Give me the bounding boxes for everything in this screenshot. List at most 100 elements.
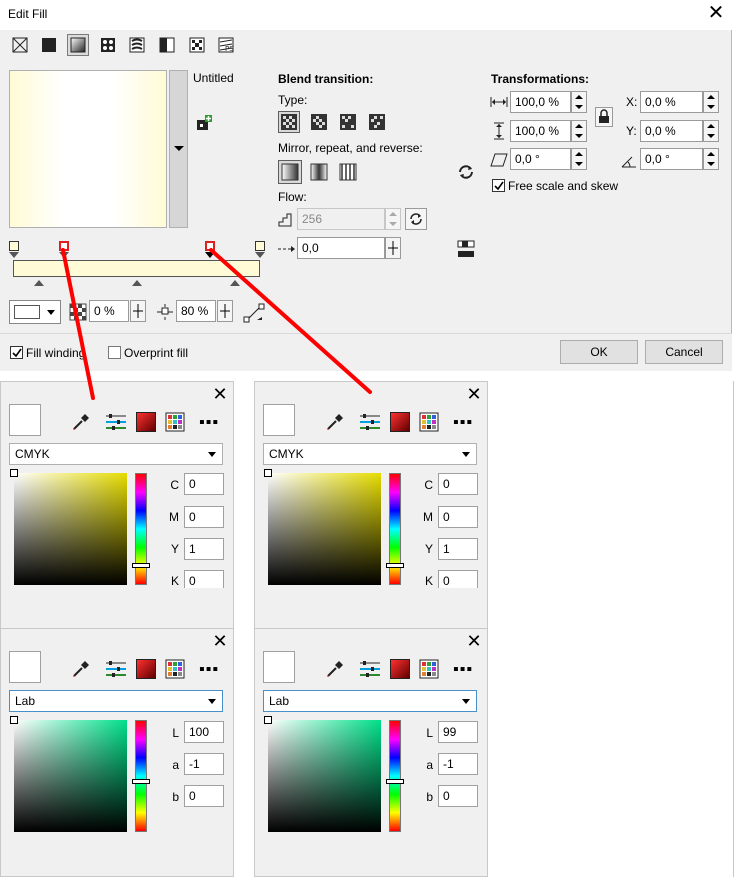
close-icon[interactable]: ✕	[211, 385, 229, 403]
default-fill-button[interactable]	[278, 160, 302, 184]
fill-width-spinner[interactable]	[571, 91, 587, 113]
channel-input-y[interactable]: 1	[438, 538, 478, 560]
channel-input-l[interactable]: 100	[184, 721, 224, 743]
color-field[interactable]	[268, 473, 381, 585]
channel-input-y[interactable]: 1	[184, 538, 224, 560]
color-field[interactable]	[268, 720, 381, 832]
color-model-select[interactable]: CMYK	[9, 443, 223, 465]
rotate-input[interactable]: 0,0 °	[640, 148, 703, 170]
elliptical-fountain-button[interactable]	[308, 111, 330, 133]
repeat-fill-button[interactable]	[337, 161, 359, 183]
channel-input-b[interactable]: 0	[438, 785, 478, 807]
hue-slider[interactable]	[389, 720, 401, 832]
midpoint-marker[interactable]	[34, 280, 44, 286]
skew-spinner[interactable]	[571, 148, 587, 170]
eyedropper-icon[interactable]	[71, 412, 91, 432]
conical-fountain-button[interactable]	[337, 111, 359, 133]
transparency-slider-button[interactable]	[130, 300, 146, 322]
color-sliders-icon[interactable]	[105, 412, 127, 434]
close-icon[interactable]: ✕	[211, 632, 229, 650]
reverse-fill-icon[interactable]	[455, 161, 477, 183]
postscript-fill-button[interactable]: PS	[215, 34, 237, 56]
gradient-node-start[interactable]	[9, 241, 19, 251]
fill-winding-checkbox[interactable]	[10, 346, 23, 359]
linear-fountain-button[interactable]	[278, 111, 300, 133]
node-transparency-input[interactable]: 0 %	[89, 300, 129, 322]
skew-input[interactable]: 0,0 °	[510, 148, 571, 170]
close-icon[interactable]: ✕	[465, 385, 483, 403]
channel-input-l[interactable]: 99	[438, 721, 478, 743]
save-preset-icon[interactable]	[195, 114, 213, 132]
rotate-spinner[interactable]	[703, 148, 719, 170]
gradient-node-selected[interactable]	[205, 241, 215, 251]
color-model-select[interactable]: Lab	[9, 690, 223, 712]
node-position-input[interactable]: 80 %	[176, 300, 216, 322]
channel-input-b[interactable]: 0	[184, 785, 224, 807]
channel-input-k[interactable]: 0	[184, 570, 224, 588]
channel-input-m[interactable]: 0	[438, 506, 478, 528]
x-offset-spinner[interactable]	[703, 91, 719, 113]
color-palette-icon[interactable]	[419, 412, 441, 434]
eyedropper-icon[interactable]	[325, 659, 345, 679]
hue-slider[interactable]	[135, 720, 147, 832]
channel-input-c[interactable]: 0	[184, 473, 224, 495]
color-picker-handle[interactable]	[264, 716, 272, 724]
fill-width-input[interactable]: 100,0 %	[510, 91, 571, 113]
free-scale-checkbox[interactable]	[492, 179, 505, 192]
midpoint-marker[interactable]	[132, 280, 142, 286]
free-transform-icon[interactable]	[243, 302, 265, 324]
hue-slider-handle[interactable]	[132, 779, 150, 784]
color-picker-handle[interactable]	[264, 469, 272, 477]
color-model-select[interactable]: Lab	[263, 690, 477, 712]
eyedropper-icon[interactable]	[71, 659, 91, 679]
color-sliders-icon[interactable]	[359, 412, 381, 434]
acceleration-input[interactable]: 0,0	[297, 237, 385, 259]
bitmap-pattern-button[interactable]	[126, 34, 148, 56]
gradient-node-end[interactable]	[255, 241, 265, 251]
channel-input-a[interactable]: -1	[184, 753, 224, 775]
x-offset-input[interactable]: 0,0 %	[640, 91, 703, 113]
lock-ratio-icon[interactable]	[595, 107, 613, 127]
hue-slider-handle[interactable]	[386, 563, 404, 568]
cancel-button[interactable]: Cancel	[645, 340, 723, 364]
mirror-fill-button[interactable]	[308, 161, 330, 183]
color-palette-icon[interactable]	[419, 659, 441, 681]
steps-lock-button[interactable]	[405, 208, 427, 230]
channel-input-c[interactable]: 0	[438, 473, 478, 495]
preset-dropdown-button[interactable]	[169, 70, 188, 228]
close-icon[interactable]: ✕	[465, 632, 483, 650]
position-slider-button[interactable]	[217, 300, 233, 322]
color-sliders-icon[interactable]	[105, 659, 127, 681]
color-palette-icon[interactable]	[165, 412, 187, 434]
color-field[interactable]	[14, 473, 127, 585]
channel-input-m[interactable]: 0	[184, 506, 224, 528]
color-viewer-icon[interactable]	[390, 659, 410, 679]
vector-pattern-button[interactable]	[97, 34, 119, 56]
channel-input-a[interactable]: -1	[438, 753, 478, 775]
smooth-blend-icon[interactable]	[456, 239, 476, 259]
hue-slider-handle[interactable]	[132, 563, 150, 568]
two-color-pattern-button[interactable]	[156, 34, 178, 56]
y-offset-input[interactable]: 0,0 %	[640, 120, 703, 142]
color-field[interactable]	[14, 720, 127, 832]
y-offset-spinner[interactable]	[703, 120, 719, 142]
eyedropper-icon[interactable]	[325, 412, 345, 432]
color-viewer-icon[interactable]	[136, 412, 156, 432]
node-color-picker[interactable]	[9, 300, 61, 324]
fill-height-input[interactable]: 100,0 %	[510, 120, 571, 142]
color-sliders-icon[interactable]	[359, 659, 381, 681]
hue-slider-handle[interactable]	[386, 779, 404, 784]
midpoint-marker[interactable]	[230, 280, 240, 286]
gradient-slider[interactable]	[13, 260, 260, 277]
more-options-icon[interactable]: ▪▪▪	[453, 414, 473, 432]
hue-slider[interactable]	[135, 473, 147, 585]
uniform-fill-button[interactable]	[38, 34, 60, 56]
color-viewer-icon[interactable]	[390, 412, 410, 432]
color-viewer-icon[interactable]	[136, 659, 156, 679]
fountain-fill-button[interactable]	[67, 34, 89, 56]
more-options-icon[interactable]: ▪▪▪	[199, 414, 219, 432]
color-picker-handle[interactable]	[10, 469, 18, 477]
hue-slider[interactable]	[389, 473, 401, 585]
texture-fill-button[interactable]	[186, 34, 208, 56]
color-model-select[interactable]: CMYK	[263, 443, 477, 465]
